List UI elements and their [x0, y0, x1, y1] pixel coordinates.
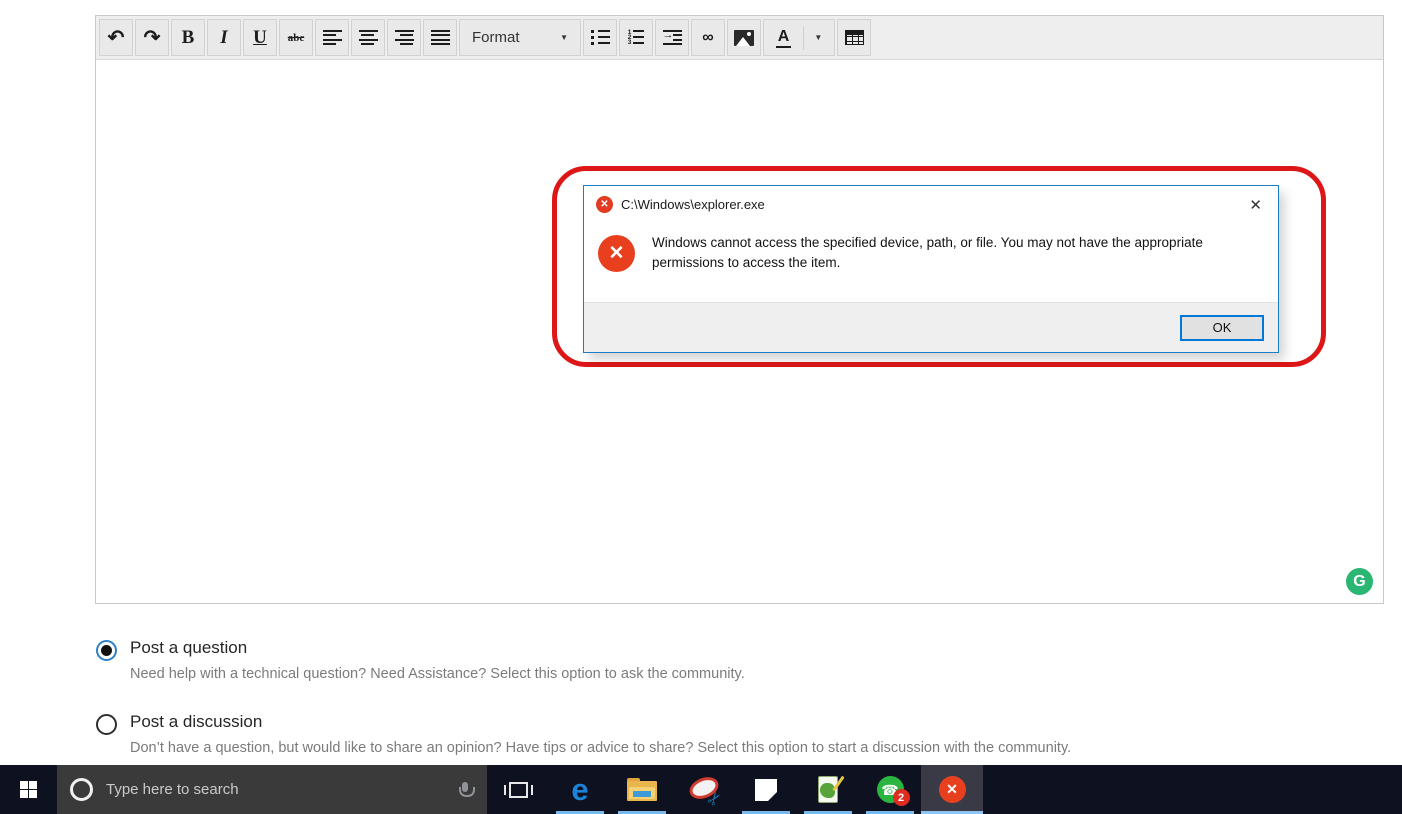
start-button[interactable]	[0, 765, 57, 814]
chevron-down-icon: ▼	[814, 33, 822, 42]
close-icon[interactable]: ✕	[1245, 194, 1266, 216]
windows-logo-icon	[20, 781, 37, 798]
notepad-plus-plus-icon	[815, 776, 841, 803]
dialog-message: Windows cannot access the specified devi…	[652, 233, 1260, 302]
indent-button[interactable]: →	[655, 19, 689, 56]
option-label[interactable]: Post a discussion	[130, 712, 1071, 732]
bold-button[interactable]: B	[171, 19, 205, 56]
taskbar-app-notes[interactable]	[735, 765, 797, 814]
taskbar-app-edge[interactable]: e	[549, 765, 611, 814]
editor-toolbar: ↶ ↷ B I U abc Format ▼ 1 2 3 → ∞ A ▼	[96, 16, 1383, 60]
option-label[interactable]: Post a question	[130, 638, 745, 658]
link-icon: ∞	[702, 29, 713, 47]
bold-icon: B	[182, 27, 195, 49]
option-description: Need help with a technical question? Nee…	[130, 666, 745, 682]
numbered-list-button[interactable]: 1 2 3	[619, 19, 653, 56]
taskbar-app-error-window[interactable]: ✕	[921, 765, 983, 814]
dialog-footer: OK	[584, 302, 1278, 352]
search-placeholder: Type here to search	[106, 781, 458, 798]
task-view-icon	[509, 782, 528, 798]
redo-button[interactable]: ↷	[135, 19, 169, 56]
align-right-icon	[395, 30, 414, 45]
taskbar-app-file-explorer[interactable]	[611, 765, 673, 814]
notification-badge: 2	[893, 789, 910, 806]
error-icon-large: ✕	[598, 235, 635, 272]
rich-text-editor: ↶ ↷ B I U abc Format ▼ 1 2 3 → ∞ A ▼	[95, 15, 1384, 604]
taskbar-search[interactable]: Type here to search	[57, 765, 487, 814]
insert-link-button[interactable]: ∞	[691, 19, 725, 56]
redo-icon: ↷	[144, 28, 161, 48]
taskbar-app-whatsapp[interactable]: ☎ 2	[859, 765, 921, 814]
note-icon	[755, 779, 777, 801]
error-dialog: ✕ C:\Windows\explorer.exe ✕ ✕ Windows ca…	[583, 185, 1279, 353]
strikethrough-button[interactable]: abc	[279, 19, 313, 56]
dialog-title: C:\Windows\explorer.exe	[621, 197, 1245, 212]
snipping-tool-icon: ✂	[688, 774, 720, 806]
align-center-button[interactable]	[351, 19, 385, 56]
ok-button[interactable]: OK	[1180, 315, 1264, 341]
file-explorer-icon	[627, 778, 657, 801]
taskbar-app-notepad-plus-plus[interactable]	[797, 765, 859, 814]
taskbar-app-snipping-tool[interactable]: ✂	[673, 765, 735, 814]
microphone-icon[interactable]	[458, 782, 472, 798]
align-justify-button[interactable]	[423, 19, 457, 56]
align-right-button[interactable]	[387, 19, 421, 56]
italic-icon: I	[220, 27, 227, 49]
underline-button[interactable]: U	[243, 19, 277, 56]
taskbar: Type here to search e ✂ ☎ 2 ✕	[0, 765, 1402, 814]
undo-icon: ↶	[108, 28, 125, 48]
scissors-icon: ✂	[703, 787, 728, 810]
text-color-icon: A	[776, 28, 792, 48]
format-dropdown[interactable]: Format ▼	[459, 19, 581, 56]
undo-button[interactable]: ↶	[99, 19, 133, 56]
underline-icon: U	[253, 27, 267, 49]
option-post-question: Post a question Need help with a technic…	[96, 638, 1071, 682]
editor-content-area[interactable]: ✕ C:\Windows\explorer.exe ✕ ✕ Windows ca…	[96, 60, 1383, 603]
radio-post-discussion[interactable]	[96, 714, 117, 735]
option-post-discussion: Post a discussion Don’t have a question,…	[96, 712, 1071, 756]
task-view-button[interactable]	[487, 765, 549, 814]
radio-post-question[interactable]	[96, 640, 117, 661]
format-dropdown-label: Format	[472, 29, 520, 46]
error-icon: ✕	[596, 196, 613, 213]
whatsapp-icon: ☎ 2	[877, 776, 904, 803]
error-window-icon: ✕	[939, 776, 966, 803]
dialog-body: ✕ Windows cannot access the specified de…	[584, 223, 1278, 302]
align-left-icon	[323, 30, 342, 45]
bulleted-list-icon	[591, 30, 610, 45]
edge-icon: e	[571, 774, 588, 805]
bulleted-list-button[interactable]	[583, 19, 617, 56]
insert-table-button[interactable]	[837, 19, 871, 56]
strikethrough-icon: abc	[288, 32, 305, 44]
insert-image-button[interactable]	[727, 19, 761, 56]
option-description: Don’t have a question, but would like to…	[130, 740, 1071, 756]
numbered-list-icon: 1 2 3	[628, 30, 645, 45]
italic-button[interactable]: I	[207, 19, 241, 56]
post-type-options: Post a question Need help with a technic…	[96, 638, 1071, 756]
align-justify-icon	[431, 30, 450, 45]
grammarly-icon[interactable]: G	[1346, 568, 1373, 595]
align-center-icon	[359, 30, 378, 45]
text-color-button[interactable]: A ▼	[763, 19, 835, 56]
dialog-title-bar: ✕ C:\Windows\explorer.exe ✕	[584, 186, 1278, 223]
image-icon	[734, 30, 754, 46]
indent-icon: →	[663, 30, 682, 45]
chevron-down-icon: ▼	[560, 33, 568, 42]
cortana-icon	[70, 778, 93, 801]
align-left-button[interactable]	[315, 19, 349, 56]
table-icon	[845, 30, 864, 45]
